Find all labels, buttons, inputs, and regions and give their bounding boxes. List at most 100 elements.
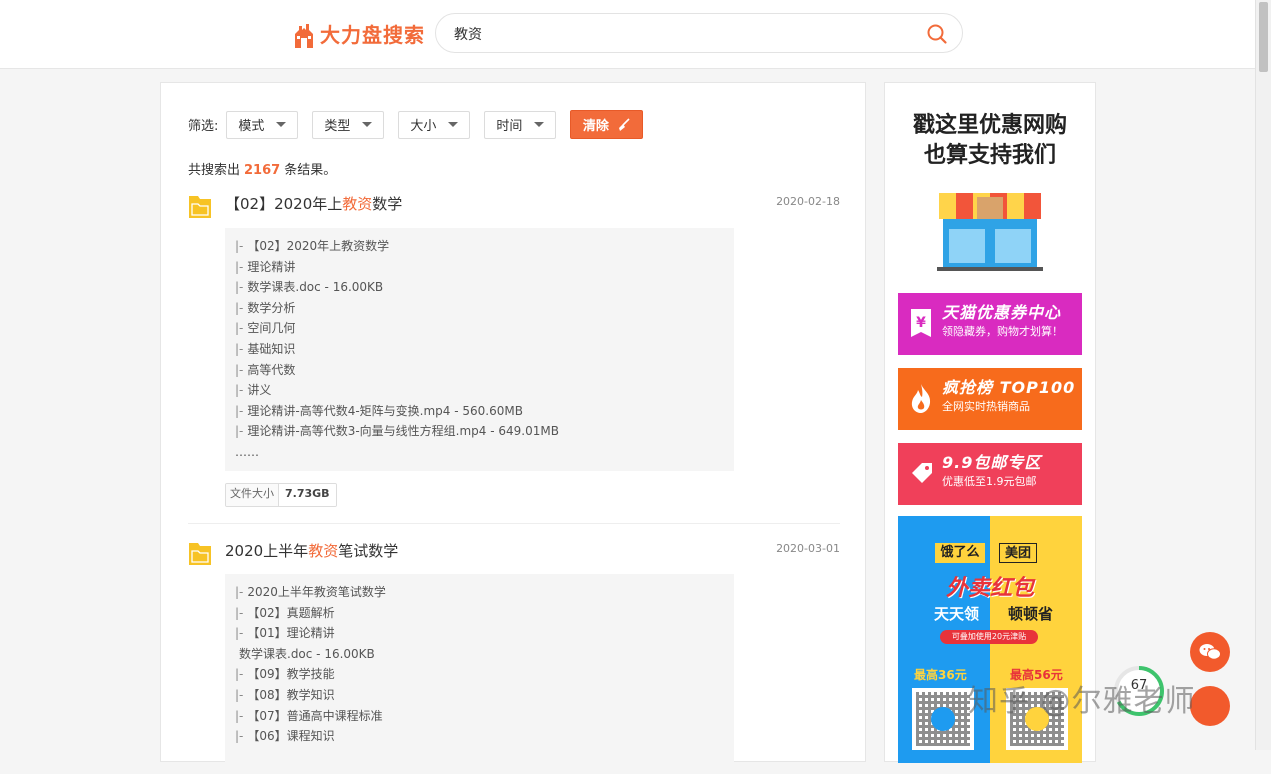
promo-free-shipping[interactable]: 9.9包邮专区 优惠低至1.9元包邮 [898, 443, 1082, 505]
file-name: 【07】普通高中课程标准 [247, 708, 383, 723]
file-name: 2020上半年教资笔试数学 [247, 585, 386, 599]
promo-title: 疯抢榜 TOP100 [942, 378, 1076, 397]
file-size-tag: 文件大小 7.73GB [225, 483, 337, 507]
tree-pipe: |- [235, 708, 244, 723]
sidebar-title: 戳这里优惠网购 也算支持我们 [885, 111, 1095, 171]
food-delivery-ad[interactable]: 饿了么 美团 外卖红包 天天领 顿顿省 可叠加使用20元津贴 最高36元 最高5… [898, 516, 1082, 763]
ad-pill: 可叠加使用20元津贴 [940, 630, 1038, 644]
filter-type-dropdown[interactable]: 类型 [312, 110, 385, 139]
tree-pipe: |- [235, 239, 244, 253]
title-text: 数学 [372, 195, 403, 213]
promo-subtitle: 领隐藏券，购物才划算！ [942, 325, 1063, 338]
search-icon[interactable] [926, 23, 948, 45]
page-scrollbar[interactable] [1255, 0, 1271, 750]
search-box [435, 13, 963, 53]
title-text: 笔试数学 [338, 542, 399, 560]
title-highlight: 教资 [308, 542, 339, 560]
wechat-icon [1199, 644, 1221, 660]
tree-pipe: |- [235, 383, 244, 398]
result-count: 共搜索出 2167 条结果。 [188, 159, 336, 178]
promo-title: 天猫优惠券中心 [942, 303, 1062, 322]
ad-max-amount: 最高36元 [914, 668, 967, 682]
file-name: 空间几何 [247, 321, 296, 336]
ad-daily-text: 顿顿省 [1008, 605, 1054, 623]
scrollbar-thumb[interactable] [1259, 2, 1268, 72]
file-name: 基础知识 [247, 341, 296, 356]
tree-pipe: |- [235, 403, 244, 418]
file-name: 数学分析 [247, 300, 296, 315]
caret-down-icon [362, 122, 373, 127]
result-title-link[interactable]: 【02】2020年上教资数学 [225, 193, 402, 214]
file-list: |- 2020上半年教资笔试数学 |- 【02】真题解析 |- 【01】理论精讲 数学… [225, 574, 734, 774]
top-header: 大力盘搜索 [0, 0, 1256, 69]
file-list: |- 【02】2020年上教资数学 |- 理论精讲 |- 数学课表.doc - 16.… [225, 228, 734, 471]
shop-icon[interactable] [937, 187, 1043, 271]
result-divider [188, 523, 840, 524]
dropdown-label: 大小 [410, 119, 437, 134]
clear-button-label: 清除 [582, 119, 609, 134]
file-line: |- 【07】普通高中课程标准 [235, 706, 734, 727]
filter-mode-dropdown[interactable]: 模式 [226, 110, 299, 139]
clear-button[interactable]: 清除 [570, 110, 644, 139]
sidebar-title-line: 也算支持我们 [923, 143, 1056, 168]
caret-down-icon [276, 122, 287, 127]
filter-size-dropdown[interactable]: 大小 [398, 110, 471, 139]
promo-top100[interactable]: 疯抢榜 TOP100 全网实时热销商品 [898, 368, 1082, 430]
file-line: |- 【01】理论精讲 [235, 623, 734, 644]
file-line: |- 【08】教学知识 [235, 685, 734, 706]
sidebar-ad-panel: 戳这里优惠网购 也算支持我们 ¥ 天猫优惠券中心 领隐藏券，购物才划算！ 疯抢榜… [884, 82, 1096, 763]
file-name: 【01】理论精讲 [247, 626, 335, 641]
filter-label: 筛选: [188, 119, 219, 134]
svg-text:¥: ¥ [916, 315, 926, 331]
result-title-link[interactable]: 2020上半年教资笔试数学 [225, 540, 398, 561]
file-line: |- 讲义 [235, 380, 734, 401]
file-name: 理论精讲-高等代数4-矩阵与变换.mp4 - 560.60MB [247, 403, 523, 418]
result-date: 2020-03-01 [776, 542, 840, 555]
eleme-qr-code [912, 688, 974, 750]
file-line: |- 【06】课程知识 [235, 726, 734, 747]
file-size-value: 7.73GB [279, 484, 336, 506]
floating-action-button[interactable] [1190, 686, 1230, 726]
tree-pipe: |- [235, 424, 244, 439]
file-ellipsis: …… [235, 444, 259, 459]
file-name: 讲义 [247, 383, 272, 398]
tree-pipe: |- [235, 362, 244, 377]
promo-subtitle: 优惠低至1.9元包邮 [942, 475, 1037, 488]
title-text: 2020上半年 [225, 542, 309, 560]
promo-subtitle: 全网实时热销商品 [942, 400, 1030, 413]
result-count-prefix: 共搜索出 [188, 163, 241, 178]
tree-pipe: |- [235, 259, 244, 274]
filter-bar: 筛选: 模式 类型 大小 时间 清除 [188, 110, 644, 139]
tree-pipe: |- [235, 321, 244, 336]
result-count-suffix: 条结果。 [284, 163, 337, 178]
ad-headline: 外卖红包 [945, 576, 1034, 601]
folder-icon [189, 543, 211, 565]
promo-tmall-coupon[interactable]: ¥ 天猫优惠券中心 领隐藏券，购物才划算！ [898, 293, 1082, 355]
filter-time-dropdown[interactable]: 时间 [484, 110, 557, 139]
result-date: 2020-02-18 [776, 195, 840, 208]
file-name: 理论精讲 [247, 259, 296, 274]
file-line: |- 2020上半年教资笔试数学 [235, 582, 734, 603]
broom-icon [618, 117, 630, 131]
title-highlight: 教资 [342, 195, 373, 213]
ad-daily-text: 天天领 [934, 605, 980, 623]
eleme-brand: 饿了么 [935, 543, 985, 563]
tree-pipe: |- [235, 687, 244, 702]
file-line: |- 【02】真题解析 [235, 603, 734, 624]
promo-title: 9.9包邮专区 [942, 453, 1042, 472]
file-line: |- 【02】2020年上教资数学 [235, 236, 734, 257]
chat-button[interactable] [1190, 632, 1230, 672]
file-line: |- 理论精讲 [235, 257, 734, 278]
site-logo[interactable]: 大力盘搜索 [292, 18, 425, 48]
file-line: |- 高等代数 [235, 360, 734, 381]
tree-pipe: |- [235, 585, 244, 599]
dropdown-label: 时间 [496, 119, 523, 134]
file-name: 【02】2020年上教资数学 [247, 239, 390, 253]
search-input[interactable] [452, 23, 916, 45]
results-panel: 筛选: 模式 类型 大小 时间 清除 共搜索出 2167 条结果。 【02】2020… [160, 82, 866, 774]
dropdown-label: 类型 [324, 119, 351, 134]
file-name: 数学课表.doc - 16.00KB [239, 646, 375, 661]
file-line: |- 【09】教学技能 [235, 664, 734, 685]
file-line: |- 数学分析 [235, 298, 734, 319]
file-name: 数学课表.doc - 16.00KB [247, 280, 384, 295]
